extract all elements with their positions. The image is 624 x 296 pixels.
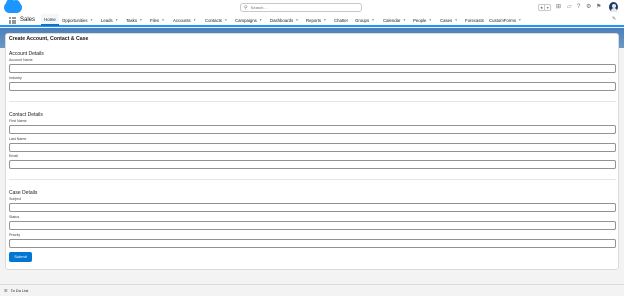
nav-item-tasks[interactable]: Tasks ▾	[126, 14, 142, 26]
submit-button[interactable]: Submit	[9, 252, 32, 262]
favorites-control[interactable]: ★ ▾	[538, 4, 551, 11]
app-nav-bar: Sales Home Opportunities ▾ Leads ▾ Tasks…	[0, 14, 624, 27]
search-placeholder: Search...	[250, 5, 267, 10]
form-title: Create Account, Contact & Case	[9, 36, 89, 42]
first-name-input[interactable]	[9, 125, 616, 134]
chevron-down-icon[interactable]: ▾	[116, 18, 118, 22]
nav-item-label: Chatter	[334, 17, 349, 23]
nav-item-accounts[interactable]: Accounts ▾	[173, 14, 195, 26]
nav-item-people[interactable]: People ▾	[413, 14, 431, 26]
field-label-status: Status	[9, 215, 20, 219]
nav-item-label: People	[413, 17, 427, 23]
nav-item-chatter[interactable]: Chatter	[334, 14, 348, 26]
chevron-down-icon[interactable]: ▾	[140, 18, 142, 22]
nav-item-groups[interactable]: Groups ▾	[355, 14, 374, 26]
subject-input[interactable]	[9, 203, 616, 212]
field-label-subject: Subject	[9, 197, 21, 201]
field-label-industry: Industry	[9, 76, 22, 80]
field-label-account-name: Account Name	[9, 58, 33, 62]
section-title-account: Account Details	[9, 51, 44, 57]
nav-item-label: Home	[44, 16, 56, 22]
nav-item-files[interactable]: Files ▾	[150, 14, 164, 26]
chevron-down-icon[interactable]: ▾	[429, 18, 431, 22]
nav-item-leads[interactable]: Leads ▾	[101, 14, 117, 26]
industry-input[interactable]	[9, 82, 616, 91]
nav-item-label: Campaigns	[235, 17, 257, 23]
chevron-down-icon[interactable]: ▾	[455, 18, 457, 22]
nav-item-home[interactable]: Home	[41, 14, 59, 26]
global-header: ⚲ Search... ★ ▾ ⊞ ▱ ? ⚙ ⚑	[0, 0, 624, 14]
settings-icon[interactable]: ⚙	[586, 3, 591, 11]
nav-item-label: Forecasts	[465, 17, 484, 23]
utility-bar: ☰ To Do List	[0, 284, 624, 296]
nav-item-label: Files	[150, 17, 160, 23]
chevron-down-icon[interactable]: ▾	[194, 18, 196, 22]
section-divider	[9, 179, 616, 180]
account-name-input[interactable]	[9, 64, 616, 73]
nav-item-label: Dashboards	[270, 17, 294, 23]
nav-item-opportunities[interactable]: Opportunities ▾	[62, 14, 92, 26]
last-name-input[interactable]	[9, 143, 616, 152]
nav-item-label: Contacts	[205, 17, 222, 23]
salesforce-logo[interactable]	[4, 0, 22, 13]
user-avatar[interactable]	[608, 1, 619, 13]
field-label-last-name: Last Name	[9, 137, 27, 141]
add-icon[interactable]: ⊞	[556, 3, 561, 11]
field-label-first-name: First Name	[9, 119, 27, 123]
app-name: Sales	[20, 17, 36, 23]
chevron-down-icon[interactable]: ▾	[260, 18, 262, 22]
priority-input[interactable]	[9, 239, 616, 248]
email-input[interactable]	[9, 160, 616, 169]
nav-item-customforms[interactable]: CustomForms ▾	[489, 14, 521, 26]
edit-nav-pencil-icon[interactable]: ✎	[612, 16, 616, 22]
nav-item-contacts[interactable]: Contacts ▾	[205, 14, 227, 26]
chevron-down-icon[interactable]: ▾	[91, 18, 93, 22]
section-divider	[9, 101, 616, 102]
nav-item-label: Groups	[355, 17, 370, 23]
nav-item-campaigns[interactable]: Campaigns ▾	[235, 14, 262, 26]
trailhead-icon[interactable]: ▱	[567, 3, 572, 11]
section-title-contact: Contact Details	[9, 112, 43, 118]
global-search-input[interactable]: ⚲ Search...	[240, 3, 362, 12]
app-launcher-icon[interactable]	[9, 17, 16, 24]
nav-item-label: Cases	[440, 17, 453, 23]
nav-item-label: Accounts	[173, 17, 191, 23]
nav-item-cases[interactable]: Cases ▾	[440, 14, 457, 26]
section-title-case: Case Details	[9, 190, 38, 196]
todo-list-icon[interactable]: ☰	[4, 288, 8, 293]
nav-item-label: Opportunities	[62, 17, 88, 23]
chevron-down-icon[interactable]: ▾	[296, 18, 298, 22]
nav-item-label: Reports	[306, 17, 322, 23]
chevron-down-icon[interactable]: ▾	[403, 18, 405, 22]
todo-list-label[interactable]: To Do List	[11, 288, 29, 293]
create-record-form-card: Create Account, Contact & Case Account D…	[5, 33, 619, 270]
nav-item-label: Calendar	[383, 17, 401, 23]
field-label-email: Email	[9, 154, 18, 158]
chevron-down-icon[interactable]: ▾	[324, 18, 326, 22]
chevron-down-icon[interactable]: ▾	[519, 18, 521, 22]
search-icon: ⚲	[244, 4, 248, 11]
status-input[interactable]	[9, 221, 616, 230]
help-icon[interactable]: ?	[577, 3, 580, 11]
chevron-down-icon[interactable]: ▾	[225, 18, 227, 22]
notifications-icon[interactable]: ⚑	[596, 3, 601, 11]
nav-item-reports[interactable]: Reports ▾	[306, 14, 326, 26]
nav-item-label: CustomForms	[489, 17, 516, 23]
field-label-priority: Priority	[9, 233, 21, 237]
nav-item-label: Tasks	[126, 17, 137, 23]
nav-item-dashboards[interactable]: Dashboards ▾	[270, 14, 298, 26]
chevron-down-icon[interactable]: ▾	[372, 18, 374, 22]
nav-item-forecasts[interactable]: Forecasts	[465, 14, 484, 26]
chevron-down-icon[interactable]: ▾	[162, 18, 164, 22]
favorites-menu-chevron-icon[interactable]: ▾	[544, 5, 550, 10]
nav-item-calendar[interactable]: Calendar ▾	[383, 14, 405, 26]
nav-item-label: Leads	[101, 17, 113, 23]
